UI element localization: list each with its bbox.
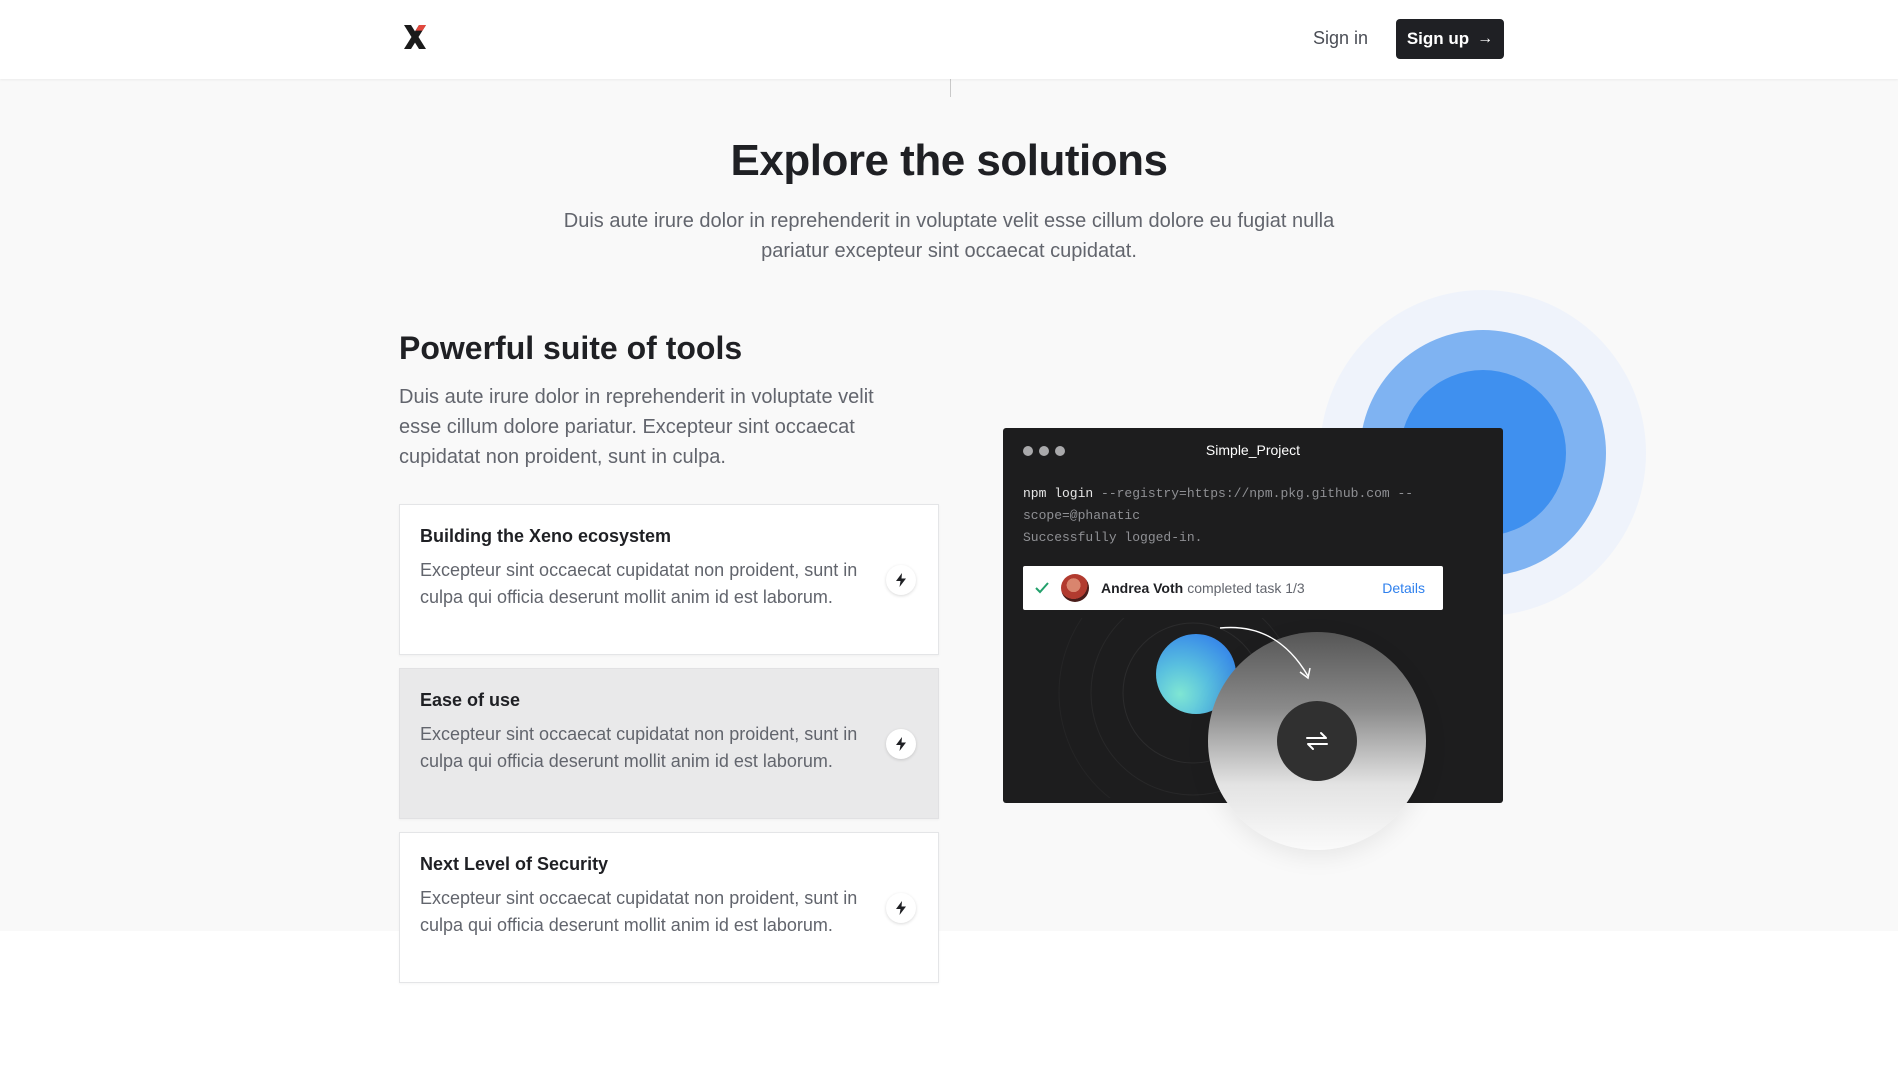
sign-in-link[interactable]: Sign in [1313, 28, 1368, 49]
terminal-args: --registry=https://npm.pkg.github.com -- [1093, 486, 1414, 501]
divider-line [950, 79, 951, 97]
terminal-title: Simple_Project [1205, 442, 1301, 458]
tools-lead: Duis aute irure dolor in reprehenderit i… [399, 386, 874, 468]
sign-up-label: Sign up [1406, 29, 1470, 48]
avatar [1061, 574, 1089, 602]
notification-user-name: Andrea Voth [1101, 580, 1184, 596]
feature-card-description: Excepteur sint occaecat cupidatat non pr… [420, 888, 858, 935]
sign-up-button[interactable]: Sign up → [1396, 19, 1504, 59]
x-logo-icon[interactable] [403, 24, 427, 54]
curved-arrow-icon [1219, 626, 1311, 680]
feature-card-description: Excepteur sint occaecat cupidatat non pr… [420, 560, 858, 607]
check-icon [1035, 582, 1053, 594]
page-title: Explore the solutions [730, 136, 1168, 185]
tools-heading: Powerful suite of tools [399, 330, 743, 366]
lightning-icon [886, 729, 916, 759]
terminal-success-message: Successfully logged-in. [1023, 530, 1203, 545]
feature-card-title: Ease of use [420, 690, 521, 710]
feature-card-ease-of-use[interactable]: Ease of use Excepteur sint occaecat cupi… [399, 668, 939, 819]
terminal-args-continued: scope=@phanatic [1023, 508, 1141, 523]
terminal-command: npm login [1023, 486, 1094, 501]
page-subtitle: Duis aute irure dolor in reprehenderit i… [563, 210, 1335, 262]
arrow-right-icon: → [1477, 30, 1494, 47]
swap-arrows-icon [1306, 732, 1328, 750]
task-notification: Andrea Voth completed task 1/3 Details [1023, 566, 1443, 610]
feature-card-xeno-ecosystem[interactable]: Building the Xeno ecosystem Excepteur si… [399, 504, 939, 655]
feature-card-description: Excepteur sint occaecat cupidatat non pr… [420, 724, 858, 771]
feature-card-security[interactable]: Next Level of Security Excepteur sint oc… [399, 832, 939, 983]
feature-card-title: Building the Xeno ecosystem [420, 526, 672, 546]
details-link[interactable]: Details [1382, 580, 1425, 596]
lightning-icon [886, 565, 916, 595]
terminal-output: npm login --registry=https://npm.pkg.git… [1023, 483, 1463, 549]
swap-button[interactable] [1277, 701, 1357, 781]
notification-text: completed task 1/3 [1187, 580, 1305, 596]
site-header: Sign in Sign up → [0, 0, 1898, 79]
lightning-icon [886, 893, 916, 923]
feature-card-title: Next Level of Security [420, 854, 609, 874]
